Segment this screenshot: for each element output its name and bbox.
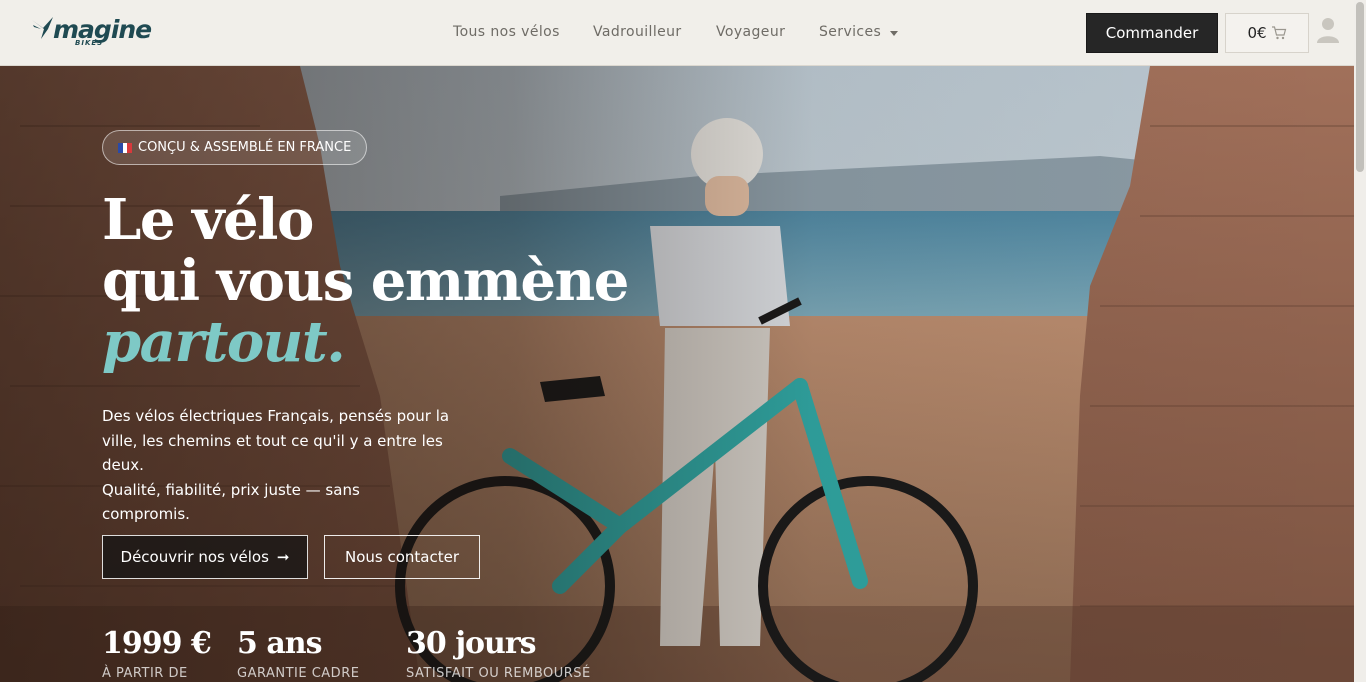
stat-warranty-value: 5 ans xyxy=(237,626,322,661)
brand-logo[interactable]: magine BIKES xyxy=(31,15,156,51)
scrollbar-thumb[interactable] xyxy=(1356,2,1364,172)
stat-warranty-label: GARANTIE CADRE xyxy=(237,666,360,681)
hero-title-accent: partout. xyxy=(102,309,346,375)
discover-bikes-button[interactable]: Découvrir nos vélos ➞ xyxy=(102,535,308,579)
nav-voyageur[interactable]: Voyageur xyxy=(716,24,785,40)
stat-price-value: 1999 € xyxy=(102,626,212,661)
hero-title-line-2: qui vous emmène xyxy=(102,248,629,314)
order-button[interactable]: Commander xyxy=(1086,13,1218,53)
hero-title-line-1: Le vélo xyxy=(102,187,314,253)
description-line: ville, les chemins et tout ce qu'il y a … xyxy=(102,431,443,450)
nav-all-bikes[interactable]: Tous nos vélos xyxy=(453,24,560,40)
hero-section: CONÇU & ASSEMBLÉ EN FRANCE Le vélo qui v… xyxy=(0,66,1354,682)
chevron-down-icon[interactable] xyxy=(890,31,898,36)
stat-refund-value: 30 jours xyxy=(406,626,537,661)
description-line: deux. xyxy=(102,456,144,474)
badge-label: CONÇU & ASSEMBLÉ EN FRANCE xyxy=(138,140,352,155)
stat-price-label: À PARTIR DE xyxy=(102,666,188,681)
france-flag-icon xyxy=(118,142,133,153)
nav-services[interactable]: Services xyxy=(819,24,881,40)
contact-button[interactable]: Nous contacter xyxy=(324,535,480,579)
arrow-right-icon: ➞ xyxy=(276,548,290,566)
hero-description: Des vélos électriques Français, pensés p… xyxy=(102,404,452,527)
cart-icon xyxy=(1271,26,1286,40)
description-line: Des vélos électriques Français, pensés p… xyxy=(102,407,450,425)
cart-button[interactable]: 0€ xyxy=(1225,13,1309,53)
stat-refund-label: SATISFAIT OU REMBOURSÉ xyxy=(406,666,591,681)
made-in-france-badge: CONÇU & ASSEMBLÉ EN FRANCE xyxy=(102,130,368,165)
cart-amount: 0€ xyxy=(1247,24,1267,42)
user-icon[interactable] xyxy=(1316,16,1340,44)
logo-subtitle: BIKES xyxy=(75,39,104,47)
site-header: magine BIKES Tous nos vélos Vadrouilleur… xyxy=(0,0,1354,66)
page-scrollbar[interactable] xyxy=(1354,0,1366,682)
nav-vadrouilleur[interactable]: Vadrouilleur xyxy=(593,24,682,40)
discover-bikes-label: Découvrir nos vélos xyxy=(120,548,269,566)
description-line: Qualité, fiabilité, prix juste — sans co… xyxy=(102,480,360,524)
